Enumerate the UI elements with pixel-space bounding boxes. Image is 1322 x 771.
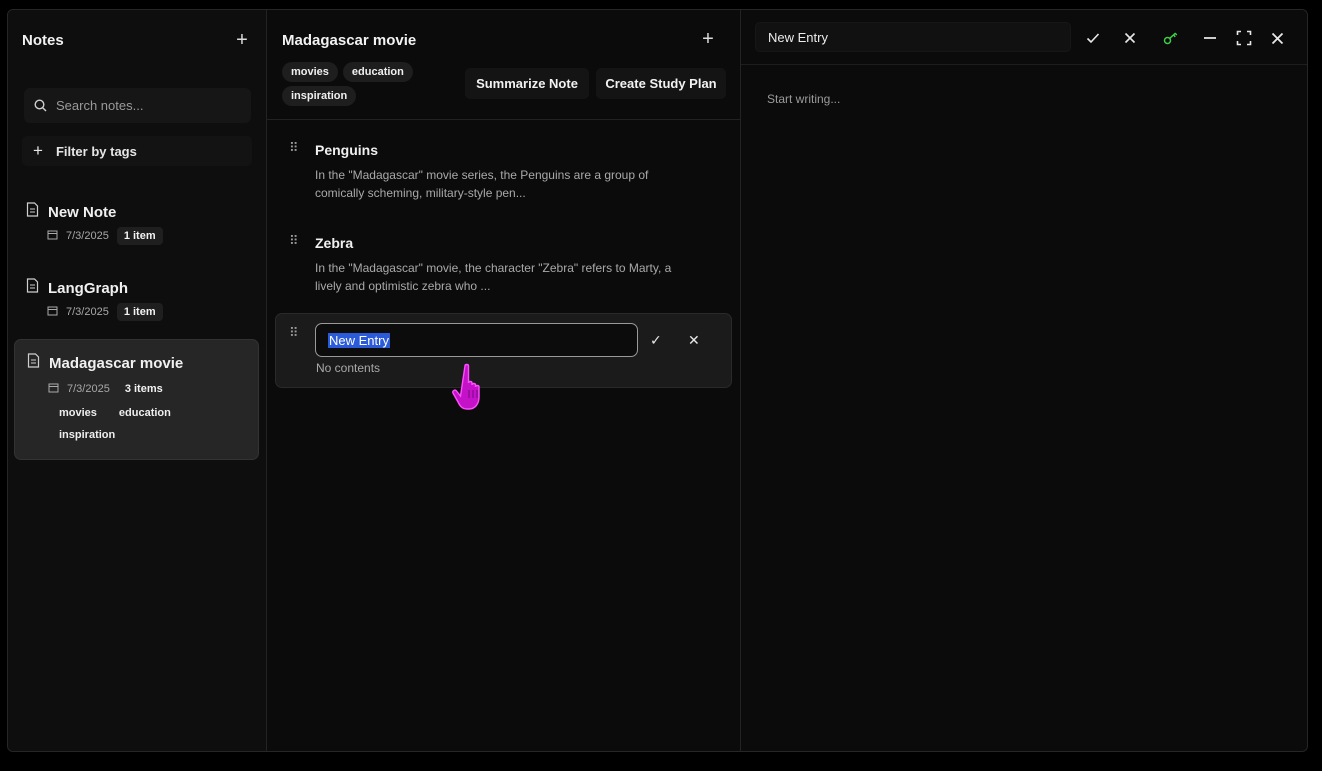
tag: movies — [59, 407, 97, 419]
add-entry-icon[interactable]: + — [698, 29, 718, 49]
document-icon — [27, 353, 40, 373]
discard-close-icon[interactable] — [1120, 28, 1140, 48]
entry-title: Zebra — [315, 235, 354, 251]
calendar-icon — [48, 382, 59, 396]
item-count-badge: 3 items — [124, 383, 163, 395]
add-note-icon[interactable]: + — [232, 30, 252, 50]
note-tags: movies education inspiration — [282, 62, 442, 106]
close-icon[interactable] — [1267, 28, 1287, 48]
tag[interactable]: movies — [282, 62, 338, 82]
entry-preview: In the "Madagascar" movie series, the Pe… — [315, 168, 649, 200]
plus-icon: + — [33, 141, 43, 160]
note-date: 7/3/2025 — [67, 383, 110, 395]
confirm-check-icon[interactable]: ✓ — [650, 332, 662, 349]
tag: education — [118, 407, 171, 419]
entry-title-input[interactable]: New Entry — [315, 323, 638, 357]
search-icon — [34, 99, 47, 112]
entry-subtitle: No contents — [316, 361, 381, 375]
save-check-icon[interactable] — [1083, 28, 1103, 48]
item-count-badge: 1 item — [116, 227, 163, 245]
note-date: 7/3/2025 — [66, 230, 109, 242]
drag-handle-icon[interactable]: ⠿ — [289, 234, 298, 247]
note-tags: movies education inspiration — [51, 405, 231, 443]
fullscreen-icon[interactable] — [1234, 28, 1254, 48]
sidebar: Notes + + Filter by tags New Note 7/3/20… — [8, 10, 267, 751]
sidebar-title: Notes — [22, 31, 64, 49]
editor-body[interactable]: Start writing... — [767, 92, 840, 106]
entry-preview: In the "Madagascar" movie, the character… — [315, 261, 672, 293]
entry-item[interactable]: ⠿ Zebra In the "Madagascar" movie, the c… — [289, 234, 709, 305]
tag[interactable]: inspiration — [282, 86, 357, 106]
selected-text: New Entry — [328, 332, 390, 348]
document-icon — [26, 278, 39, 298]
editor-toolbar — [741, 10, 1307, 65]
create-study-plan-button[interactable]: Create Study Plan — [596, 68, 726, 99]
document-icon — [26, 202, 39, 222]
entry-title: Penguins — [315, 142, 379, 158]
note-title: New Note — [48, 203, 117, 221]
tag: inspiration — [59, 429, 116, 441]
calendar-icon — [47, 305, 58, 319]
note-panel-title: Madagascar movie — [282, 32, 417, 49]
note-date: 7/3/2025 — [66, 306, 109, 318]
entry-item[interactable]: ⠿ Penguins In the "Madagascar" movie ser… — [289, 141, 709, 212]
divider — [267, 119, 740, 120]
minimize-icon[interactable] — [1200, 28, 1220, 48]
note-item[interactable]: New Note 7/3/2025 1 item — [14, 200, 259, 260]
sidebar-header: Notes + — [22, 30, 252, 50]
cancel-close-icon[interactable]: ✕ — [688, 332, 700, 349]
note-title: LangGraph — [48, 279, 129, 297]
drag-handle-icon[interactable]: ⠿ — [289, 326, 299, 339]
summarize-note-button[interactable]: Summarize Note — [465, 68, 589, 99]
note-item[interactable]: LangGraph 7/3/2025 1 item — [14, 276, 259, 336]
filter-label: Filter by tags — [55, 143, 137, 159]
note-title: Madagascar movie — [49, 354, 184, 372]
key-icon[interactable] — [1161, 28, 1181, 48]
calendar-icon — [47, 229, 58, 243]
entry-edit-card: ⠿ New Entry ✓ ✕ No contents — [275, 313, 732, 388]
drag-handle-icon[interactable]: ⠿ — [289, 141, 298, 154]
note-item-active[interactable]: Madagascar movie 7/3/2025 3 items movies… — [14, 339, 259, 460]
pointer-hand-cursor-icon — [452, 363, 480, 410]
search-input[interactable] — [56, 98, 236, 113]
search-box[interactable] — [24, 88, 251, 123]
filter-by-tags-button[interactable]: + Filter by tags — [22, 136, 252, 166]
note-panel: Madagascar movie + movies education insp… — [267, 10, 741, 751]
editor-panel: Start writing... — [741, 10, 1307, 751]
entry-title-field[interactable] — [755, 22, 1071, 52]
tag[interactable]: education — [342, 62, 413, 82]
app-window: Notes + + Filter by tags New Note 7/3/20… — [7, 9, 1308, 752]
item-count-badge: 1 item — [116, 303, 163, 321]
